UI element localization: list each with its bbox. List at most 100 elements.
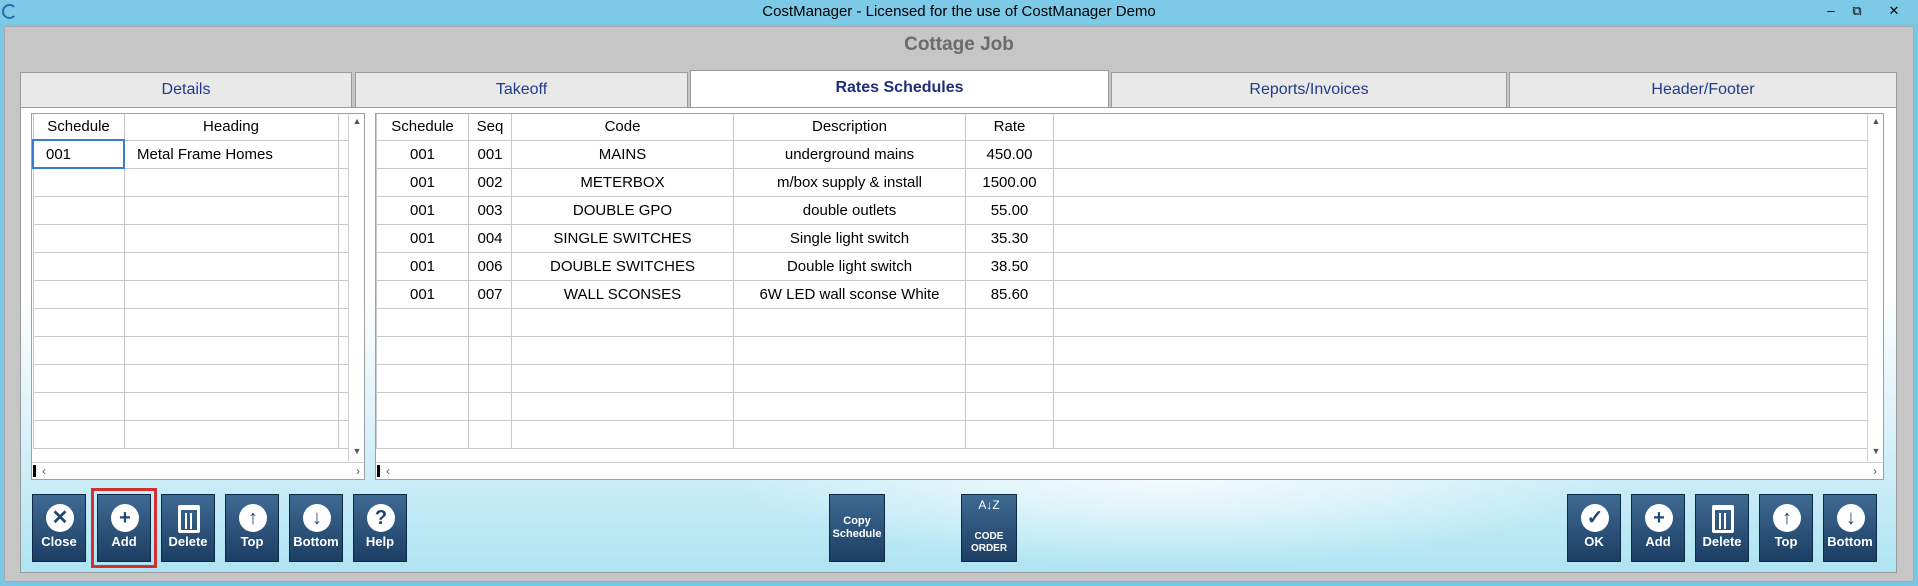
table-row[interactable] [376, 307, 1867, 337]
scroll-up-icon[interactable]: ▲ [349, 116, 365, 130]
cell-rate[interactable]: 55.00 [965, 195, 1054, 225]
cell-rate[interactable]: 1500.00 [965, 167, 1054, 197]
column-header-code[interactable]: Code [511, 114, 734, 141]
close-window-button[interactable]: ✕ [1872, 2, 1916, 20]
delete-button[interactable]: Delete [161, 494, 215, 562]
column-header-description[interactable]: Description [733, 114, 966, 141]
table-row[interactable] [376, 419, 1867, 449]
cell-code[interactable] [511, 419, 734, 449]
top-button[interactable]: ↑ Top [225, 494, 279, 562]
cell-rate[interactable]: 38.50 [965, 251, 1054, 281]
cell-description[interactable]: 6W LED wall sconse White [733, 279, 966, 309]
table-row[interactable]: 001 001 MAINS underground mains 450.00 [376, 139, 1867, 169]
table-row[interactable] [32, 335, 351, 365]
cell-rate[interactable] [965, 307, 1054, 337]
table-row[interactable] [376, 363, 1867, 393]
column-header-schedule[interactable]: Schedule [376, 114, 469, 141]
scroll-thumb[interactable] [377, 465, 380, 477]
scroll-up-icon[interactable]: ▲ [1868, 116, 1884, 130]
cell-heading[interactable] [123, 223, 339, 253]
tab-reports-invoices[interactable]: Reports/Invoices [1111, 72, 1507, 108]
cell-schedule[interactable] [376, 335, 469, 365]
ok-button[interactable]: ✓ OK [1567, 494, 1621, 562]
cell-code[interactable]: WALL SCONSES [511, 279, 734, 309]
rates-horizontal-scrollbar[interactable]: ‹ › [376, 462, 1883, 479]
column-header-rate[interactable]: Rate [965, 114, 1054, 141]
tab-rates-schedules[interactable]: Rates Schedules [690, 70, 1109, 107]
cell-schedule[interactable] [32, 335, 125, 365]
cell-schedule[interactable] [32, 419, 125, 449]
table-row[interactable] [32, 279, 351, 309]
cell-schedule[interactable]: 001 [376, 139, 469, 169]
cell-description[interactable] [733, 363, 966, 393]
rates-add-button[interactable]: + Add [1631, 494, 1685, 562]
cell-description[interactable]: double outlets [733, 195, 966, 225]
table-row[interactable]: 001 007 WALL SCONSES 6W LED wall sconse Whi… [376, 279, 1867, 309]
copy-schedule-button[interactable]: Copy Schedule [829, 494, 885, 562]
cell-seq[interactable]: 002 [468, 167, 512, 197]
cell-heading[interactable] [123, 279, 339, 309]
column-header-schedule[interactable]: Schedule [32, 114, 125, 141]
cell-description[interactable] [733, 335, 966, 365]
cell-description[interactable]: m/box supply & install [733, 167, 966, 197]
cell-heading[interactable] [123, 195, 339, 225]
cell-heading[interactable] [123, 335, 339, 365]
cell-rate[interactable]: 35.30 [965, 223, 1054, 253]
restore-button[interactable]: ⧉ [1844, 2, 1870, 20]
table-row[interactable]: 001 004 SINGLE SWITCHES Single light switch… [376, 223, 1867, 253]
cell-schedule[interactable] [32, 391, 125, 421]
cell-rate[interactable] [965, 391, 1054, 421]
table-row[interactable] [32, 251, 351, 281]
bottom-button[interactable]: ↓ Bottom [289, 494, 343, 562]
cell-rate[interactable] [965, 419, 1054, 449]
minimize-button[interactable]: – [1818, 2, 1844, 20]
cell-code[interactable] [511, 307, 734, 337]
table-row[interactable] [32, 307, 351, 337]
table-row[interactable] [32, 167, 351, 197]
column-header-heading[interactable]: Heading [123, 114, 339, 141]
cell-description[interactable]: underground mains [733, 139, 966, 169]
scroll-down-icon[interactable]: ▼ [349, 446, 365, 460]
cell-schedule[interactable] [32, 251, 125, 281]
cell-code[interactable] [511, 363, 734, 393]
cell-rate[interactable]: 450.00 [965, 139, 1054, 169]
table-row[interactable]: 001 Metal Frame Homes [32, 139, 351, 169]
cell-seq[interactable]: 004 [468, 223, 512, 253]
cell-seq[interactable]: 001 [468, 139, 512, 169]
cell-rate[interactable]: 85.60 [965, 279, 1054, 309]
schedules-grid[interactable]: Schedule Heading 001 Metal Frame Homes ▲ … [31, 113, 365, 480]
table-row[interactable] [32, 391, 351, 421]
cell-seq[interactable] [468, 307, 512, 337]
cell-code[interactable]: METERBOX [511, 167, 734, 197]
rates-bottom-button[interactable]: ↓ Bottom [1823, 494, 1877, 562]
cell-heading[interactable] [123, 251, 339, 281]
scroll-right-icon[interactable]: › [1873, 464, 1877, 478]
cell-seq[interactable] [468, 391, 512, 421]
table-row[interactable] [376, 335, 1867, 365]
scroll-left-icon[interactable]: ‹ [42, 464, 46, 478]
cell-description[interactable] [733, 307, 966, 337]
column-header-seq[interactable]: Seq [468, 114, 512, 141]
cell-schedule[interactable]: 001 [376, 167, 469, 197]
cell-schedule[interactable]: 001 [376, 279, 469, 309]
rates-grid[interactable]: Schedule Seq Code Description Rate 001 00… [375, 113, 1884, 480]
rates-top-button[interactable]: ↑ Top [1759, 494, 1813, 562]
close-button[interactable]: ✕ Close [32, 494, 86, 562]
tab-takeoff[interactable]: Takeoff [355, 72, 688, 108]
cell-schedule[interactable]: 001 [376, 223, 469, 253]
cell-heading[interactable] [123, 391, 339, 421]
cell-code[interactable]: MAINS [511, 139, 734, 169]
cell-seq[interactable] [468, 335, 512, 365]
table-row[interactable] [32, 195, 351, 225]
cell-schedule[interactable] [376, 363, 469, 393]
schedules-vertical-scrollbar[interactable]: ▲ ▼ [348, 114, 364, 462]
cell-seq[interactable]: 007 [468, 279, 512, 309]
scroll-right-icon[interactable]: › [356, 464, 360, 478]
table-row[interactable] [376, 391, 1867, 421]
cell-description[interactable] [733, 391, 966, 421]
schedules-horizontal-scrollbar[interactable]: ‹ › [32, 462, 364, 479]
cell-heading[interactable]: Metal Frame Homes [123, 139, 339, 169]
cell-schedule[interactable]: 001 [32, 139, 125, 169]
cell-code[interactable] [511, 391, 734, 421]
cell-schedule[interactable] [32, 167, 125, 197]
